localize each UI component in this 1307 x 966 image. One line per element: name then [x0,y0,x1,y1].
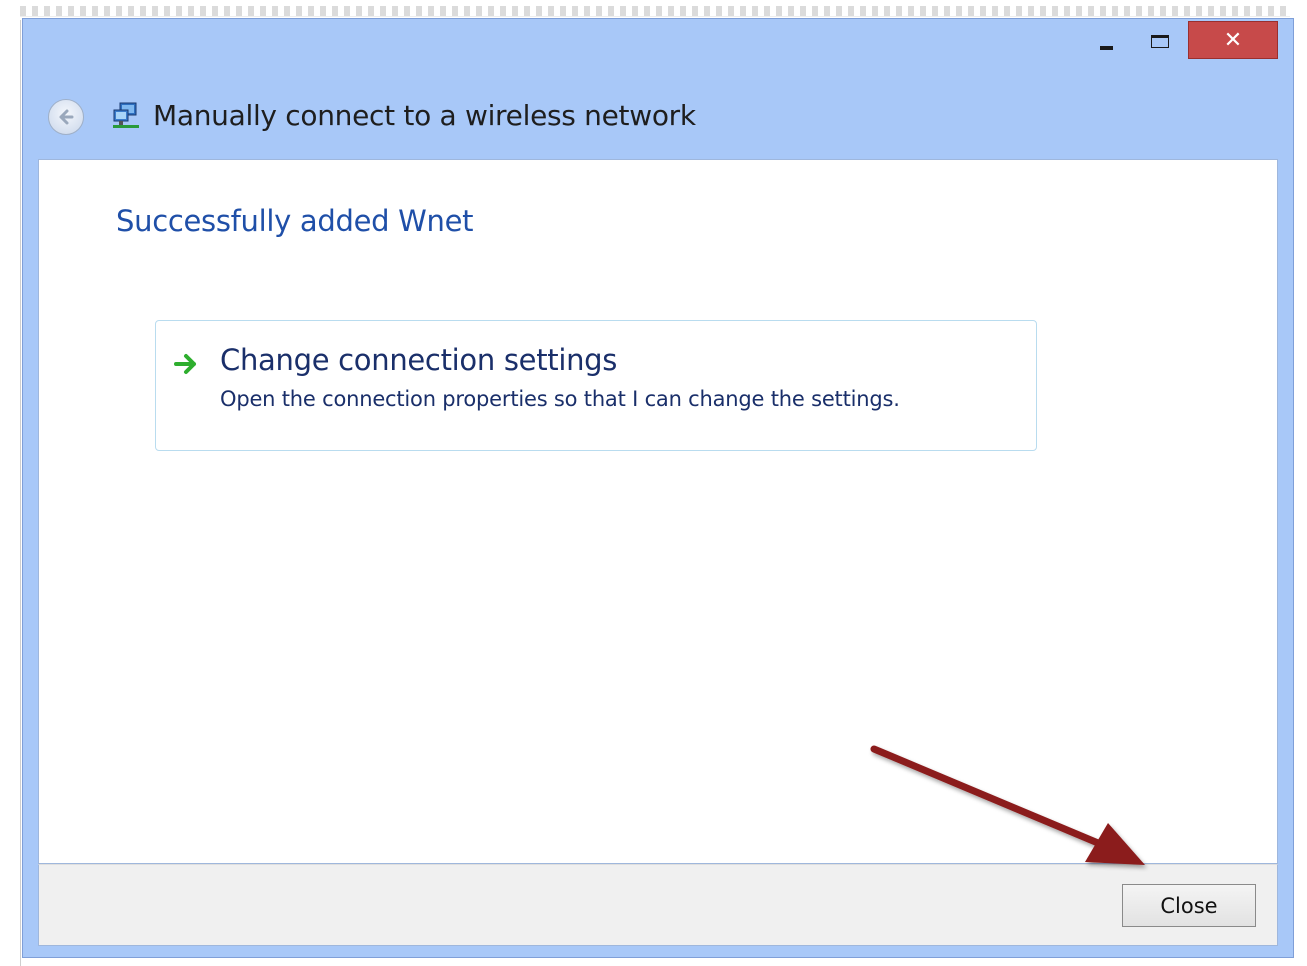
maximize-icon [1151,34,1169,48]
back-arrow-icon [59,109,74,125]
back-button[interactable] [48,99,84,135]
maximize-button[interactable] [1143,23,1177,59]
close-icon: ✕ [1223,27,1243,53]
minimize-button[interactable] [1089,23,1123,59]
background-window-toolbar [20,6,1290,17]
content-area: Successfully added Wnet Change connectio… [38,159,1278,864]
close-button[interactable]: Close [1122,884,1256,927]
change-connection-settings-link[interactable]: Change connection settings Open the conn… [155,320,1037,451]
network-icon [113,102,139,128]
wireless-connect-dialog: ✕ Manually connect to a wireless network… [22,18,1294,958]
command-link-description: Open the connection properties so that I… [220,387,900,411]
dialog-title: Manually connect to a wireless network [153,99,696,132]
dialog-footer: Close [38,864,1278,946]
success-heading: Successfully added Wnet [116,204,474,238]
window-close-button[interactable]: ✕ [1188,21,1278,59]
minimize-icon [1099,46,1113,50]
green-arrow-icon [174,354,196,374]
command-link-title: Change connection settings [220,343,618,377]
screen: ✕ Manually connect to a wireless network… [0,0,1307,966]
background-window-edge [0,20,21,966]
